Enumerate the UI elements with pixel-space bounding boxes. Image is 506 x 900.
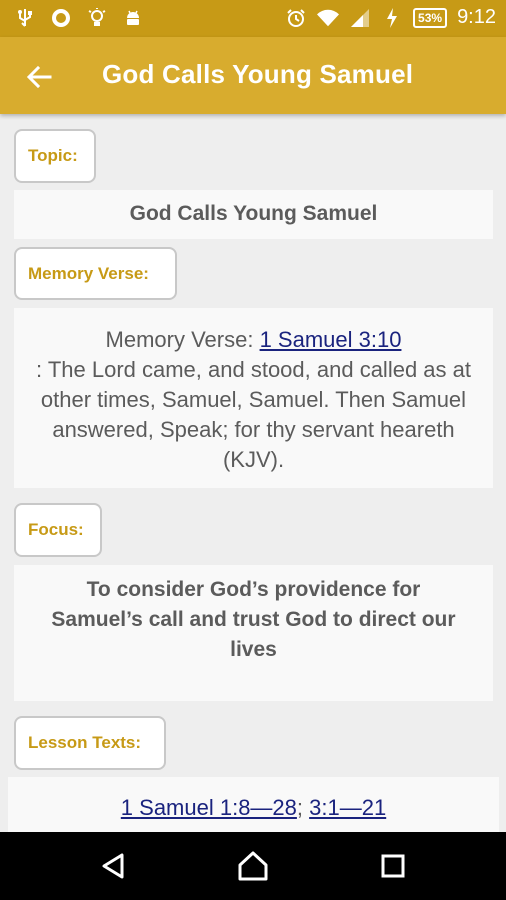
topic-label: Topic:: [14, 129, 96, 183]
nav-recents-button[interactable]: [375, 848, 411, 884]
alarm-icon: [285, 7, 307, 29]
back-button[interactable]: [22, 59, 58, 95]
wifi-icon: [317, 7, 340, 29]
memory-verse-reference-link[interactable]: 1 Samuel 3:10: [260, 327, 402, 352]
topic-panel: God Calls Young Samuel: [14, 190, 493, 239]
focus-text: To consider God’s providence for Samuel’…: [51, 578, 456, 661]
nav-back-button[interactable]: [96, 848, 132, 884]
memory-verse-text: : The Lord came, and stood, and called a…: [36, 357, 471, 472]
usb-icon: [14, 7, 36, 29]
nav-home-icon: [238, 851, 268, 881]
lesson-content[interactable]: Topic: God Calls Young Samuel Memory Ver…: [0, 114, 506, 832]
nav-recents-icon: [381, 854, 405, 878]
lesson-text-link-1[interactable]: 1 Samuel 1:8—28: [121, 795, 297, 820]
arrow-left-icon: [26, 65, 52, 89]
memory-verse-panel: Memory Verse: 1 Samuel 3:10 : The Lord c…: [14, 308, 493, 488]
ring-icon: [50, 7, 72, 29]
focus-label: Focus:: [14, 503, 102, 557]
memory-verse-label: Memory Verse:: [14, 247, 177, 300]
charging-icon: [381, 7, 403, 29]
nav-home-button[interactable]: [235, 848, 271, 884]
clock: 9:12: [457, 6, 496, 28]
memory-verse-prefix: Memory Verse:: [105, 327, 260, 352]
android-icon: [122, 7, 144, 29]
focus-panel: To consider God’s providence for Samuel’…: [14, 565, 493, 701]
app-bar: God Calls Young Samuel: [0, 37, 506, 114]
signal-icon: [349, 7, 371, 29]
lesson-texts-panel: 1 Samuel 1:8—28; 3:1—21: [8, 777, 499, 832]
lightbulb-icon: [86, 7, 108, 29]
topic-text: God Calls Young Samuel: [129, 202, 378, 225]
status-bar: 53% 9:12: [0, 0, 506, 37]
battery-level: 53%: [413, 7, 448, 28]
navigation-bar: [0, 832, 506, 900]
lesson-text-link-2[interactable]: 3:1—21: [309, 795, 386, 820]
lesson-texts-separator: ;: [296, 795, 310, 820]
lesson-texts-label: Lesson Texts:: [14, 716, 166, 770]
page-title: God Calls Young Samuel: [102, 59, 414, 89]
nav-back-icon: [102, 853, 124, 879]
